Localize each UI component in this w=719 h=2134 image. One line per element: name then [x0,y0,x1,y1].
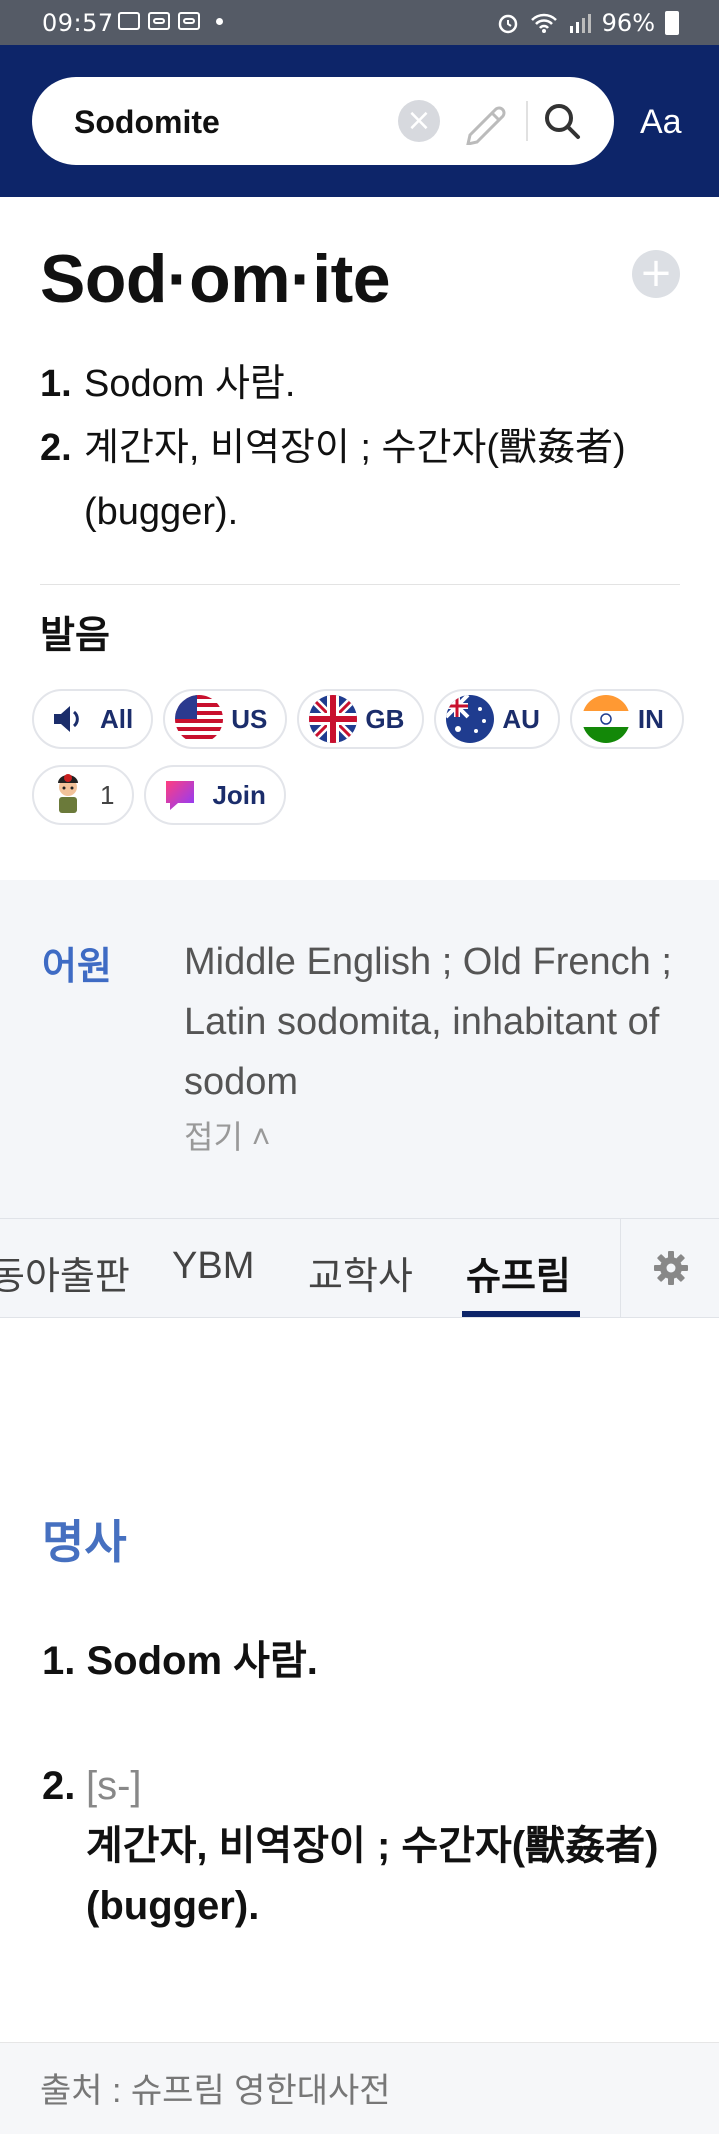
section-divider [40,584,680,585]
join-button[interactable]: Join [144,765,286,825]
in-flag-icon [581,695,630,743]
notification-icons [118,12,223,30]
gb-flag-icon [309,695,358,743]
etymology-label: 어원 [42,946,112,988]
voicemail-icon [178,12,200,30]
tab-supreme[interactable]: 슈프림 [466,1245,571,1300]
pron-label: GB [365,703,405,734]
pron-label: All [100,703,134,734]
join-label: Join [212,779,266,810]
header: × Aa [0,45,719,197]
definition-number: 2. [40,427,72,469]
etymology-fold-button[interactable]: 접기 ˄ [184,1112,270,1158]
font-size-button[interactable]: Aa [640,103,682,142]
search-icon[interactable] [538,97,588,145]
sense-number: 1. [42,1639,76,1683]
battery-icon [665,11,679,35]
pron-gb-button[interactable]: GB [297,689,425,749]
status-time: 09:57 [42,9,114,37]
speaker-icon [44,695,92,743]
handwriting-icon[interactable] [462,97,516,145]
search-box: × [32,77,614,165]
gallery-icon [118,12,140,30]
etymology-text: Middle English ; Old French ; Latin sodo… [184,941,672,1103]
pronunciation-title: 발음 [40,615,110,657]
definition-text: 계간자, 비역장이 ; 수간자(獸姦者)(bugger). [84,427,626,533]
tab-kyohaksa[interactable]: 교학사 [308,1245,413,1300]
tab-ybm[interactable]: YBM [172,1245,254,1288]
search-divider [526,101,528,141]
battery-level: 96% [601,9,655,37]
pronunciation-extra: 1 Join [32,765,286,825]
sense-text: Sodom 사람. [86,1639,318,1683]
pron-label: US [231,703,268,734]
sense-text: 계간자, 비역장이 ; 수간자(獸姦者)(bugger). [86,1824,659,1928]
search-input[interactable] [72,97,416,147]
active-tab-indicator [462,1311,580,1317]
alarm-icon [498,14,517,34]
definition-item: 2. 계간자, 비역장이 ; 수간자(獸姦者)(bugger). [40,416,680,544]
add-wordbook-icon[interactable]: + [632,250,680,298]
sense-item: 1. Sodom 사람. [42,1628,318,1686]
sense-tag: [s-] [86,1764,142,1808]
wifi-icon [530,13,557,33]
us-flag-icon [175,695,224,743]
pron-label: IN [637,703,664,734]
sense-number: 2. [42,1764,76,1808]
pronunciation-buttons: All US GB AU IN [32,689,684,749]
source-footer: 출처 : 슈프림 영한대사전 [0,2042,719,2134]
pron-us-button[interactable]: US [163,689,288,749]
definition-item: 1. Sodom 사람. [40,352,680,416]
tab-donga[interactable]: 동아출판 [0,1245,130,1300]
pron-all-button[interactable]: All [32,689,154,749]
definition-number: 1. [40,363,72,405]
status-bar: 09:57 96% [0,0,719,45]
definition-text: Sodom 사람. [84,363,296,405]
definition-list: 1. Sodom 사람. 2. 계간자, 비역장이 ; 수간자(獸姦者)(bug… [40,352,680,544]
clear-icon[interactable]: × [398,100,440,142]
dictionary-tabs: 동아출판 YBM 교학사 슈프림 [0,1218,719,1318]
user-pron-button[interactable]: 1 [32,765,135,825]
system-icons: 96% [496,9,679,37]
tab-settings-button[interactable] [620,1219,719,1317]
etymology-section: 어원 Middle English ; Old French ; Latin s… [0,880,719,1218]
part-of-speech: 명사 [42,1516,127,1568]
gear-icon [653,1251,688,1285]
au-flag-icon [446,695,495,743]
signal-icon [569,14,591,33]
user-pron-count: 1 [100,779,115,810]
pron-label: AU [502,703,540,734]
more-notifications-icon [216,17,223,25]
user-avatar-icon [44,771,92,819]
voicemail-icon [148,12,170,30]
pron-au-button[interactable]: AU [434,689,560,749]
pron-in-button[interactable]: IN [569,689,684,749]
chat-bubble-icon [156,771,204,819]
headword: Sod·om·ite [40,241,391,317]
source-text: 출처 : 슈프림 영한대사전 [40,2072,391,2110]
